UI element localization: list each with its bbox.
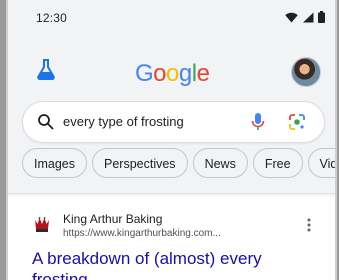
phone-screen: 12:30 Google every type of frosting Imag… (6, 0, 337, 280)
status-icons (285, 11, 325, 23)
mic-icon[interactable] (251, 112, 265, 132)
chip-free[interactable]: Free (252, 148, 303, 178)
search-input[interactable] (63, 102, 243, 142)
chip-news[interactable]: News (192, 148, 248, 178)
logo-letter: e (196, 60, 210, 87)
logo-letter: G (135, 60, 154, 87)
logo-letter: o (153, 60, 167, 87)
filter-chips: ImagesPerspectivesNewsFreeVide (22, 148, 335, 180)
flask-icon[interactable] (35, 58, 57, 80)
status-bar: 12:30 (8, 0, 335, 36)
logo-letter: o (166, 60, 179, 87)
device-frame: 12:30 Google every type of frosting Imag… (0, 0, 339, 280)
more-options-icon[interactable] (307, 218, 311, 232)
result-url[interactable]: https://www.kingarthurbaking.com... (63, 228, 221, 239)
result-site-name[interactable]: King Arthur Baking (63, 212, 162, 226)
chip-images[interactable]: Images (22, 148, 87, 178)
search-icon (38, 114, 54, 130)
signal-icon (303, 12, 314, 22)
wifi-icon (285, 12, 298, 22)
battery-icon (318, 11, 325, 23)
result-title-link[interactable]: A breakdown of (almost) every frosting (32, 248, 322, 280)
logo-letter: g (178, 60, 192, 87)
google-logo: Google (135, 60, 210, 88)
profile-avatar[interactable] (291, 57, 321, 87)
search-bar[interactable] (22, 101, 325, 143)
divider (8, 193, 335, 194)
status-time: 12:30 (36, 11, 68, 25)
chip-videos[interactable]: Vide (307, 148, 335, 178)
chip-perspectives[interactable]: Perspectives (92, 148, 188, 178)
app-header: Google (8, 52, 335, 96)
lens-icon[interactable] (288, 113, 306, 131)
search-result[interactable]: King Arthur Baking https://www.kingarthu… (8, 196, 335, 280)
king-arthur-favicon (33, 215, 51, 233)
